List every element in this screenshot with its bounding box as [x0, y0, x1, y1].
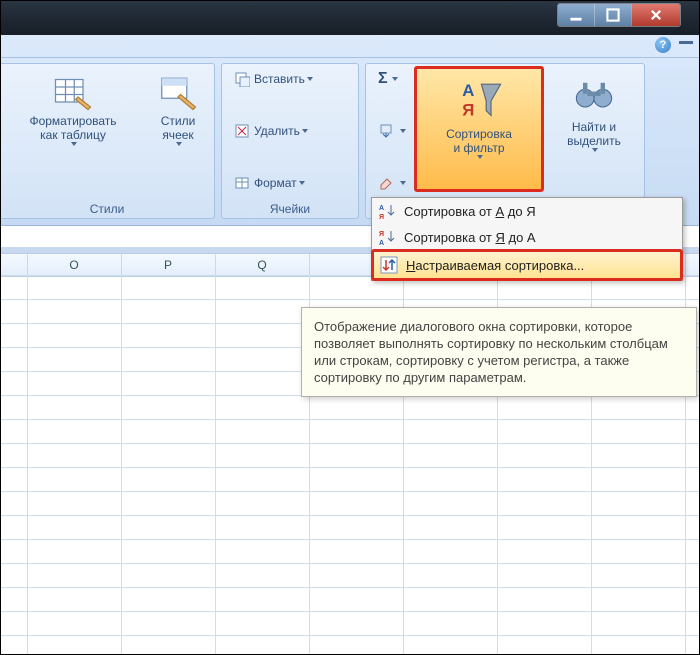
svg-text:Я: Я: [379, 231, 384, 238]
cell-styles-label: Стили ячеек: [161, 114, 196, 142]
binoculars-icon: [572, 74, 616, 118]
find-select-label: Найти и выделить: [567, 120, 621, 148]
format-button[interactable]: Формат: [230, 172, 350, 194]
menu-sort-asc[interactable]: А Я Сортировка от А до Я: [372, 198, 682, 224]
menu-custom-sort[interactable]: Настраиваемая сортировка...: [371, 249, 683, 281]
clear-button[interactable]: [374, 172, 414, 194]
insert-icon: [234, 71, 250, 87]
sort-asc-icon: А Я: [378, 202, 396, 220]
close-button[interactable]: [631, 4, 680, 26]
menu-sort-desc-label: Сортировка от Я до А: [404, 230, 536, 245]
format-label: Формат: [254, 176, 297, 190]
ribbon-minimize-icon[interactable]: [679, 41, 693, 44]
eraser-icon: [378, 175, 394, 191]
maximize-icon: [606, 8, 620, 22]
col-header-O[interactable]: O: [27, 254, 122, 276]
fill-button[interactable]: [374, 120, 414, 142]
svg-text:А: А: [379, 205, 384, 212]
svg-text:А: А: [379, 240, 384, 246]
col-header-Q[interactable]: Q: [215, 254, 310, 276]
sigma-icon: Σ: [378, 70, 388, 88]
maximize-button[interactable]: [594, 4, 631, 26]
minimize-icon: [569, 8, 583, 22]
table-icon: [53, 72, 93, 112]
select-all-corner[interactable]: [1, 254, 28, 276]
sort-filter-label: Сортировка и фильтр: [446, 127, 512, 155]
format-as-table-label: Форматировать как таблицу: [29, 114, 116, 142]
sort-filter-menu: А Я Сортировка от А до Я Я А Сортировка …: [371, 197, 683, 281]
fill-down-icon: [378, 123, 394, 139]
sort-desc-icon: Я А: [378, 228, 396, 246]
tooltip-custom-sort: Отображение диалогового окна сортировки,…: [301, 307, 697, 397]
group-cells: Вставить Удалить Формат Ячейки: [221, 63, 359, 219]
menu-sort-desc[interactable]: Я А Сортировка от Я до А: [372, 224, 682, 250]
svg-text:Я: Я: [379, 214, 384, 220]
sort-filter-button[interactable]: А Я Сортировка и фильтр: [414, 66, 544, 192]
ribbon-tab-strip: ?: [1, 35, 699, 58]
spreadsheet: O P Q: [1, 225, 699, 654]
cell-styles-icon: [158, 72, 198, 112]
autosum-button[interactable]: Σ: [374, 68, 414, 90]
format-as-table-button[interactable]: Форматировать как таблицу: [4, 68, 142, 146]
custom-sort-icon: [380, 256, 398, 274]
tooltip-text: Отображение диалогового окна сортировки,…: [314, 319, 668, 385]
format-icon: [234, 175, 250, 191]
title-bar: [1, 1, 699, 35]
menu-sort-asc-label: Сортировка от А до Я: [404, 204, 536, 219]
svg-text:Я: Я: [462, 100, 474, 119]
insert-label: Вставить: [254, 72, 305, 86]
menu-custom-sort-label: Настраиваемая сортировка...: [406, 258, 584, 273]
delete-button[interactable]: Удалить: [230, 120, 350, 142]
close-icon: [649, 8, 663, 22]
find-select-button[interactable]: Найти и выделить: [538, 66, 650, 186]
window-buttons: [557, 3, 681, 27]
delete-icon: [234, 123, 250, 139]
cell-styles-button[interactable]: Стили ячеек: [136, 68, 220, 146]
minimize-button[interactable]: [558, 4, 594, 26]
insert-button[interactable]: Вставить: [230, 68, 350, 90]
sort-filter-icon: А Я: [455, 77, 503, 125]
help-icon[interactable]: ?: [655, 37, 671, 53]
group-editing: Σ А Я Сортировка и фильтр: [365, 63, 645, 219]
delete-label: Удалить: [254, 124, 300, 138]
col-header-P[interactable]: P: [121, 254, 216, 276]
group-cells-label: Ячейки: [222, 202, 358, 216]
group-styles: Форматировать как таблицу Стили ячеек Ст…: [0, 63, 215, 219]
svg-text:А: А: [462, 81, 474, 100]
group-styles-label: Стили: [0, 202, 214, 216]
